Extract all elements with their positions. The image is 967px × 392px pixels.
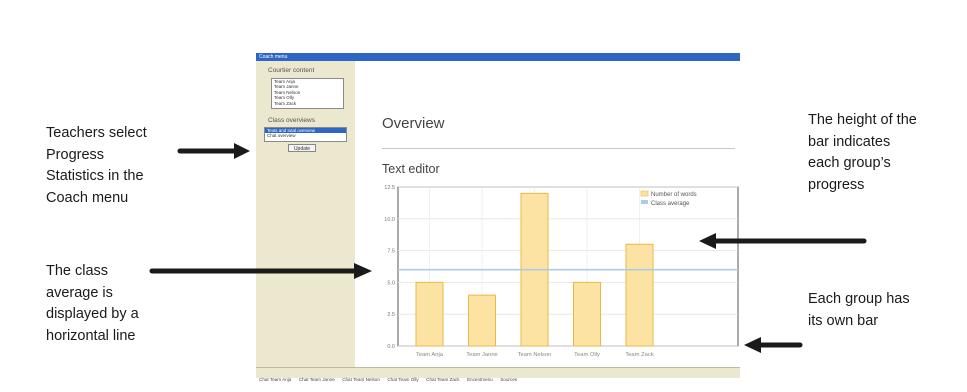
tab-sources[interactable]: Sources <box>500 377 517 382</box>
legend-swatch-average <box>641 200 648 204</box>
legend-label-average: Class average <box>651 201 690 207</box>
x-tick-label: Team Zack <box>625 352 653 358</box>
annotation-class-average: The class average is displayed by a hori… <box>46 263 139 344</box>
arrow-head <box>744 337 761 353</box>
coach-screenshot: Coach menu Courtier content Team Anja Te… <box>256 53 740 382</box>
arrow-head <box>234 143 250 159</box>
legend-swatch-words <box>640 190 649 197</box>
x-tick-label: Team Nelson <box>518 352 552 358</box>
x-tick-label: Team Anja <box>416 352 444 358</box>
y-tick-label: 0.0 <box>387 344 395 350</box>
annotation-own-bar: Each group has its own bar <box>808 291 910 329</box>
tab-chat-team-olly[interactable]: Chat Team Olly <box>387 377 418 382</box>
update-button[interactable]: Update <box>288 144 316 152</box>
tab-chat-team-zack[interactable]: Chat Team Zack <box>426 377 459 382</box>
bar <box>415 281 444 347</box>
bar <box>573 281 601 347</box>
y-tick-label: 5.0 <box>387 280 395 286</box>
section-title: Text editor <box>382 162 440 176</box>
tab-chat-team-anja[interactable]: Chat Team Anja <box>259 377 291 382</box>
plot-area <box>397 186 739 347</box>
title-bar: Coach menu <box>256 53 740 61</box>
overview-list[interactable]: Texts and total overview Chat overview <box>264 127 347 142</box>
team-list-item[interactable]: Team Zack <box>272 101 343 106</box>
y-tick-label: 2.5 <box>387 312 395 318</box>
legend-label-words: Number of words <box>651 192 697 198</box>
courtier-heading: Courtier content <box>268 67 315 74</box>
x-tick-label: Team Janne <box>466 352 498 358</box>
bar <box>625 243 654 347</box>
divider <box>382 148 735 149</box>
coach-sidebar: Courtier content Team Anja Team Janne Te… <box>256 61 355 367</box>
overview-item-chat[interactable]: Chat overview <box>265 133 346 138</box>
class-overviews-heading: Class overviews <box>268 117 315 124</box>
page-title: Overview <box>382 115 445 132</box>
bar <box>468 294 496 347</box>
y-tick-label: 12.5 <box>384 185 395 191</box>
annotation-coach-menu: Teachers select Progress Statistics in t… <box>46 125 147 206</box>
y-tick-label: 7.5 <box>387 249 395 255</box>
team-list[interactable]: Team Anja Team Janne Team Nelson Team Ol… <box>271 78 344 109</box>
y-tick-label: 10.0 <box>384 217 395 223</box>
progress-bar-chart: 12.5 10.0 7.5 5.0 2.5 0.0 Team Anja Team Janne T… <box>384 185 739 358</box>
bottom-tab-bar: Chat Team Anja Chat Team Janne Chat Team… <box>256 367 740 382</box>
x-tick-label: Team Olly <box>574 352 600 358</box>
tab-chat-team-janne[interactable]: Chat Team Janne <box>299 377 335 382</box>
tab-encentmenu[interactable]: Encentmenu <box>467 377 493 382</box>
tab-chat-team-nelson[interactable]: Chat Team Nelson <box>342 377 380 382</box>
window-title: Coach menu <box>259 54 288 60</box>
annotation-bar-height: The height of the bar indicates each gro… <box>808 112 917 193</box>
